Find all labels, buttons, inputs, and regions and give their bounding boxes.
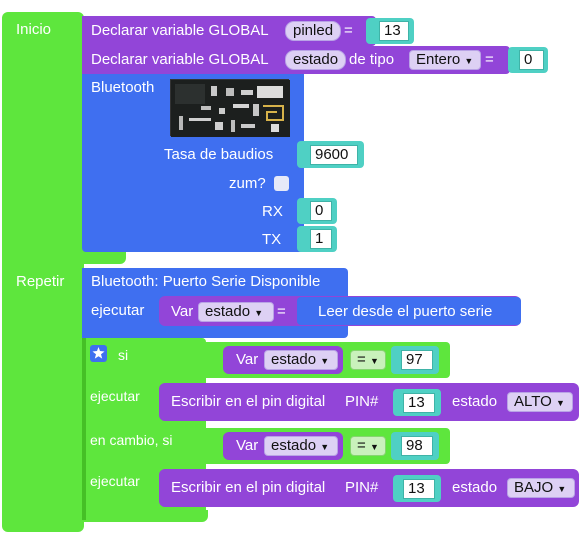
tx-label: TX xyxy=(262,231,282,248)
inicio-repetir-frame[interactable] xyxy=(2,12,84,532)
declare-global-label: Declarar variable GLOBAL xyxy=(91,51,269,68)
pin-label: PIN# xyxy=(345,393,379,410)
pin-number-value-1[interactable]: 13 xyxy=(403,393,435,413)
operator-value: = xyxy=(357,351,366,368)
chevron-down-icon: ▼ xyxy=(254,308,264,318)
pin-label: PIN# xyxy=(345,479,379,496)
bluetooth-label: Bluetooth xyxy=(91,79,155,96)
equals-sign: = xyxy=(344,22,353,39)
digital-write-label: Escribir en el pin digital xyxy=(171,393,326,410)
chevron-down-icon: ▼ xyxy=(557,484,567,494)
rx-label: RX xyxy=(262,203,283,220)
tx-value[interactable]: 1 xyxy=(310,229,332,249)
state-dropdown-alto[interactable]: ALTO ▼ xyxy=(507,392,573,412)
state-dropdown-bajo[interactable]: BAJO ▼ xyxy=(507,478,575,498)
state-label: estado xyxy=(452,479,498,496)
zoom-label: zum? xyxy=(229,175,266,192)
equals-sign: = xyxy=(485,51,494,68)
number-value-98[interactable]: 98 xyxy=(401,436,433,456)
equals-sign: = xyxy=(277,303,286,320)
type-dropdown[interactable]: Entero ▼ xyxy=(409,50,481,70)
baud-rate-label: Tasa de baudios xyxy=(164,146,274,163)
else-if-execute-label: ejecutar xyxy=(90,473,140,489)
chevron-down-icon: ▼ xyxy=(369,442,379,452)
baud-rate-value[interactable]: 9600 xyxy=(310,145,358,165)
bluetooth-module-image xyxy=(170,79,290,137)
gear-icon[interactable] xyxy=(90,345,107,362)
number-value-13[interactable]: 13 xyxy=(379,21,409,41)
var-label: Var xyxy=(171,303,194,320)
pin-number-value-2[interactable]: 13 xyxy=(403,479,435,499)
var-dropdown-value: estado xyxy=(205,303,251,320)
bluetooth-module-graphic xyxy=(171,80,290,137)
chevron-down-icon: ▼ xyxy=(555,398,565,408)
var-label: Var xyxy=(236,351,259,368)
state-dropdown-value: ALTO xyxy=(514,393,552,410)
digital-write-label: Escribir en el pin digital xyxy=(171,479,326,496)
var-name-pinled[interactable]: pinled xyxy=(285,21,342,41)
state-label: estado xyxy=(452,393,498,410)
operator-dropdown-2[interactable]: = ▼ xyxy=(350,436,386,456)
var-dropdown-value: estado xyxy=(271,351,317,368)
inicio-label: Inicio xyxy=(16,21,52,38)
type-label: de tipo xyxy=(349,51,395,68)
serial-available-label: Bluetooth: Puerto Serie Disponible xyxy=(91,273,321,290)
declare-global-label: Declarar variable GLOBAL xyxy=(91,22,269,39)
zoom-checkbox[interactable] xyxy=(274,176,289,191)
number-value-97[interactable]: 97 xyxy=(401,350,433,370)
var-dropdown-estado-1[interactable]: estado ▼ xyxy=(264,350,338,370)
operator-dropdown-1[interactable]: = ▼ xyxy=(350,350,386,370)
chevron-down-icon: ▼ xyxy=(369,356,379,366)
chevron-down-icon: ▼ xyxy=(320,356,330,366)
state-dropdown-value: BAJO xyxy=(514,479,554,496)
number-value-0[interactable]: 0 xyxy=(519,50,544,70)
var-dropdown-estado-2[interactable]: estado ▼ xyxy=(264,436,338,456)
chevron-down-icon: ▼ xyxy=(464,56,474,66)
type-dropdown-value: Entero xyxy=(416,51,461,68)
else-if-label: en cambio, si xyxy=(90,432,173,448)
repetir-label: Repetir xyxy=(16,273,65,290)
if-block-shadow xyxy=(82,338,86,520)
var-name-estado[interactable]: estado xyxy=(285,50,347,70)
var-label: Var xyxy=(236,437,259,454)
if-execute-label: ejecutar xyxy=(90,388,140,404)
var-dropdown-estado[interactable]: estado ▼ xyxy=(198,302,274,322)
inicio-block-bottom xyxy=(2,250,126,264)
read-serial-label: Leer desde el puerto serie xyxy=(318,303,493,320)
chevron-down-icon: ▼ xyxy=(320,442,330,452)
operator-value: = xyxy=(357,437,366,454)
if-label: si xyxy=(118,347,129,363)
var-dropdown-value: estado xyxy=(271,437,317,454)
serial-execute-label: ejecutar xyxy=(91,302,145,319)
rx-value[interactable]: 0 xyxy=(310,201,332,221)
